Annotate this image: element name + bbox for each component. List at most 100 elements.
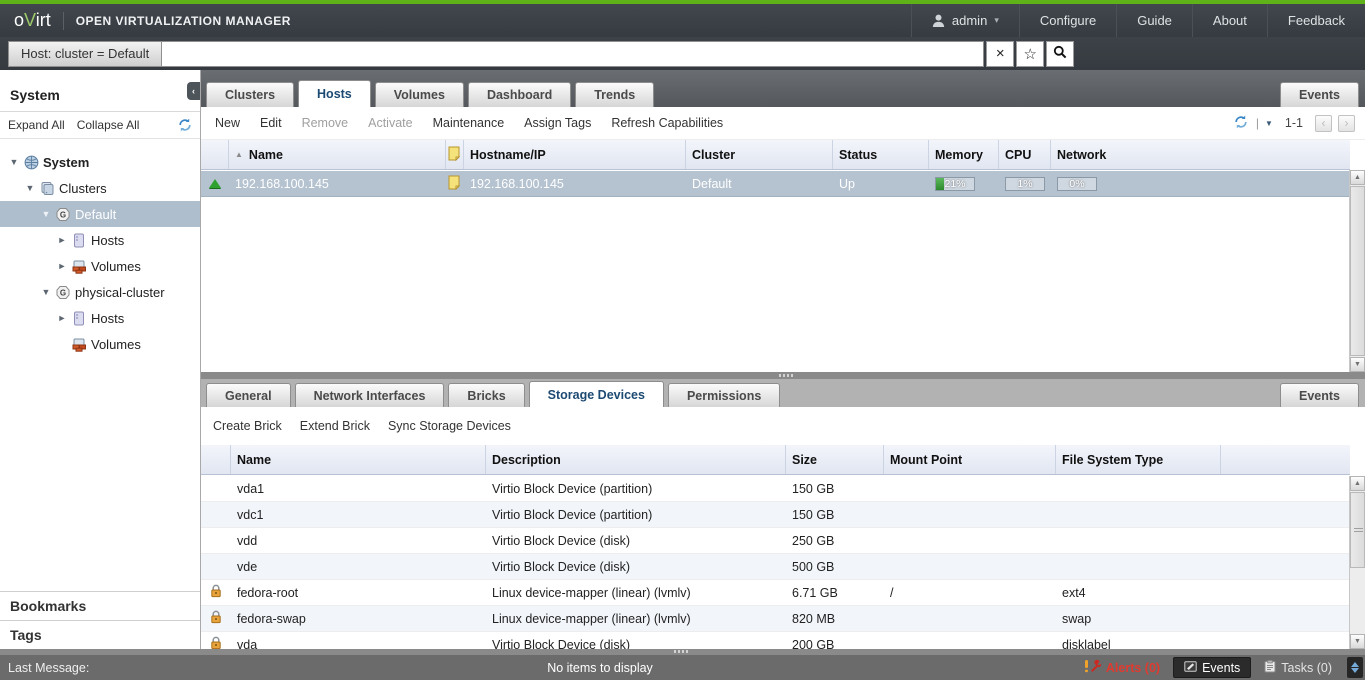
tab-dashboard[interactable]: Dashboard xyxy=(468,82,571,107)
column-header-fs-type[interactable]: File System Type xyxy=(1056,445,1221,474)
tab-hosts[interactable]: Hosts xyxy=(298,80,371,107)
column-header-name[interactable]: Name xyxy=(231,445,486,474)
tree-refresh-icon[interactable] xyxy=(178,118,192,132)
bookmarks-section[interactable]: Bookmarks xyxy=(0,591,200,620)
collapse-sidebar-button[interactable]: ‹ xyxy=(187,82,200,100)
expand-all-link[interactable]: Expand All xyxy=(8,118,65,132)
host-row[interactable]: 192.168.100.145 192.168.100.145 Default … xyxy=(201,171,1350,197)
tree-item-system[interactable]: ▼ System xyxy=(0,149,200,175)
storage-row-vda1[interactable]: vda1 Virtio Block Device (partition) 150… xyxy=(201,476,1350,502)
tree-item-default-volumes[interactable]: ► Volumes xyxy=(0,253,200,279)
status-icon-column-header[interactable] xyxy=(201,140,229,169)
edit-button[interactable]: Edit xyxy=(260,116,282,130)
scroll-up-button[interactable]: ▲ xyxy=(1350,170,1365,185)
storage-row-vdc1[interactable]: vdc1 Virtio Block Device (partition) 150… xyxy=(201,502,1350,528)
alerts-button[interactable]: Alerts (0) xyxy=(1074,657,1170,678)
sync-storage-devices-button[interactable]: Sync Storage Devices xyxy=(388,419,511,433)
expand-up-icon xyxy=(1351,662,1359,667)
new-button[interactable]: New xyxy=(215,116,240,130)
scroll-down-button[interactable]: ▼ xyxy=(1350,634,1365,649)
search-scope-button[interactable]: Host: cluster = Default xyxy=(8,41,162,67)
detail-events-button[interactable]: Events xyxy=(1280,383,1359,407)
menu-about[interactable]: About xyxy=(1192,4,1267,37)
tab-permissions[interactable]: Permissions xyxy=(668,383,780,407)
activate-button[interactable]: Activate xyxy=(368,116,412,130)
tab-general[interactable]: General xyxy=(206,383,291,407)
column-header-memory[interactable]: Memory xyxy=(929,140,999,169)
tree-expander-icon[interactable]: ▼ xyxy=(38,287,54,297)
grid-refresh-icon[interactable] xyxy=(1234,115,1248,132)
storage-grid-scrollbar[interactable]: ▲ ▼ xyxy=(1349,476,1365,649)
scrollbar-thumb[interactable] xyxy=(1350,186,1365,356)
menu-feedback[interactable]: Feedback xyxy=(1267,4,1365,37)
tab-bricks[interactable]: Bricks xyxy=(448,383,524,407)
tab-trends[interactable]: Trends xyxy=(575,82,654,107)
storage-row-vde[interactable]: vde Virtio Block Device (disk) 500 GB xyxy=(201,554,1350,580)
scroll-up-button[interactable]: ▲ xyxy=(1350,476,1365,491)
tree-item-physical-cluster[interactable]: ▼ G physical-cluster xyxy=(0,279,200,305)
tree-item-physical-volumes[interactable]: Volumes xyxy=(0,331,200,357)
events-drawer-button[interactable]: Events xyxy=(1280,82,1359,107)
next-page-button[interactable]: › xyxy=(1338,115,1355,132)
page-range-label: 1-1 xyxy=(1285,116,1303,130)
menu-configure[interactable]: Configure xyxy=(1019,4,1116,37)
events-footer-button[interactable]: Events xyxy=(1173,657,1251,678)
column-header-cluster[interactable]: Cluster xyxy=(686,140,833,169)
column-header-cpu[interactable]: CPU xyxy=(999,140,1051,169)
storage-row-fedora-root[interactable]: fedora-root Linux device-mapper (linear)… xyxy=(201,580,1350,606)
collapse-all-link[interactable]: Collapse All xyxy=(77,118,140,132)
tree-expander-icon[interactable]: ▼ xyxy=(22,183,38,193)
create-brick-button[interactable]: Create Brick xyxy=(213,419,282,433)
assign-tags-button[interactable]: Assign Tags xyxy=(524,116,591,130)
column-header-size[interactable]: Size xyxy=(786,445,884,474)
menu-guide[interactable]: Guide xyxy=(1116,4,1192,37)
tree-expander-icon[interactable]: ▼ xyxy=(6,157,22,167)
tree-item-default-hosts[interactable]: ► Hosts xyxy=(0,227,200,253)
tree-expander-icon[interactable]: ► xyxy=(54,261,70,271)
refresh-capabilities-button[interactable]: Refresh Capabilities xyxy=(611,116,723,130)
scroll-down-button[interactable]: ▼ xyxy=(1350,357,1365,372)
column-header-mount-point[interactable]: Mount Point xyxy=(884,445,1056,474)
column-header-network[interactable]: Network xyxy=(1051,140,1350,169)
column-header-description[interactable]: Description xyxy=(486,445,786,474)
tree-item-physical-hosts[interactable]: ► Hosts xyxy=(0,305,200,331)
tree-expander-icon[interactable]: ► xyxy=(54,235,70,245)
top-menu: admin ▾ Configure Guide About Feedback xyxy=(911,4,1365,37)
tab-storage-devices[interactable]: Storage Devices xyxy=(529,381,664,407)
search-go-button[interactable] xyxy=(1046,41,1074,67)
tree-expander-icon[interactable]: ► xyxy=(54,313,70,323)
hosts-grid-scrollbar[interactable]: ▲ ▼ xyxy=(1349,170,1365,372)
column-header-status[interactable]: Status xyxy=(833,140,929,169)
storage-row-vda[interactable]: vda Virtio Block Device (disk) 200 GB di… xyxy=(201,632,1350,649)
lock-icon xyxy=(210,636,222,649)
scrollbar-thumb[interactable] xyxy=(1350,492,1365,568)
storage-row-fedora-swap[interactable]: fedora-swap Linux device-mapper (linear)… xyxy=(201,606,1350,632)
storage-row-vdd[interactable]: vdd Virtio Block Device (disk) 250 GB xyxy=(201,528,1350,554)
tree-expander-icon[interactable]: ▼ xyxy=(38,209,54,219)
bookmark-search-button[interactable]: ☆ xyxy=(1016,41,1044,67)
tab-clusters[interactable]: Clusters xyxy=(206,82,294,107)
expand-status-panel-button[interactable] xyxy=(1347,657,1363,678)
prev-page-button[interactable]: ‹ xyxy=(1315,115,1332,132)
panel-splitter[interactable] xyxy=(201,372,1365,379)
user-menu[interactable]: admin ▾ xyxy=(911,4,1019,37)
note-column-header[interactable] xyxy=(446,140,464,169)
splitter-grip[interactable] xyxy=(674,650,690,653)
column-header-hostname[interactable]: Hostname/IP xyxy=(464,140,686,169)
tree-item-default-cluster[interactable]: ▼ G Default xyxy=(0,201,200,227)
search-clear-button[interactable]: × xyxy=(986,41,1014,67)
alerts-icon xyxy=(1084,659,1101,676)
search-input[interactable] xyxy=(162,41,984,67)
tab-network-interfaces[interactable]: Network Interfaces xyxy=(295,383,445,407)
tab-volumes[interactable]: Volumes xyxy=(375,82,464,107)
lock-column-header[interactable] xyxy=(201,445,231,474)
column-header-name[interactable]: ▲ Name xyxy=(229,140,446,169)
extend-brick-button[interactable]: Extend Brick xyxy=(300,419,370,433)
tags-section[interactable]: Tags xyxy=(0,620,200,649)
remove-button[interactable]: Remove xyxy=(302,116,349,130)
splitter-grip[interactable] xyxy=(779,374,795,377)
refresh-rate-dropdown-icon[interactable]: ▼ xyxy=(1265,119,1273,128)
tree-item-clusters[interactable]: ▼ Clusters xyxy=(0,175,200,201)
maintenance-button[interactable]: Maintenance xyxy=(433,116,505,130)
tasks-button[interactable]: Tasks (0) xyxy=(1254,657,1342,678)
